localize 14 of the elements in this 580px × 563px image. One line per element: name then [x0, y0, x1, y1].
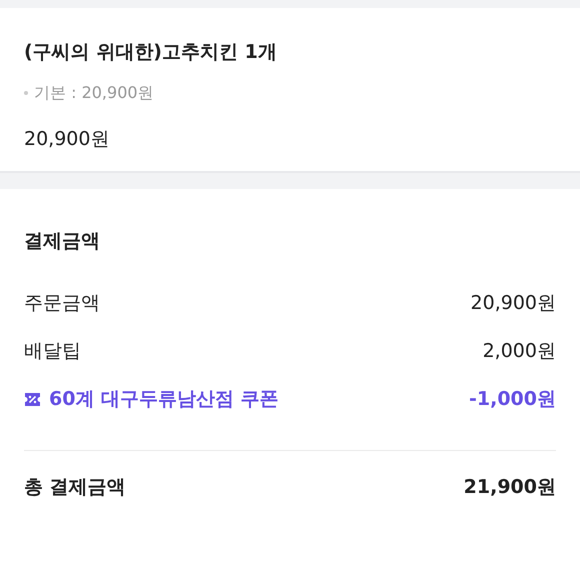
- section-title: 결제금액: [24, 229, 101, 254]
- row-label: 배달팁: [24, 339, 81, 364]
- row-amount: -1,000원: [469, 387, 556, 412]
- row-label: 60계 대구두류남산점 쿠폰: [49, 387, 279, 412]
- row-amount: 20,900원: [470, 291, 556, 316]
- option-text: 기본 : 20,900원: [34, 82, 154, 104]
- row-amount: 2,000원: [482, 339, 556, 364]
- bullet-icon: [24, 90, 28, 94]
- coupon-icon: [24, 392, 41, 407]
- item-name: (구씨의 위대한)고추치킨 1개: [24, 40, 278, 65]
- item-price: 20,900원: [24, 126, 110, 152]
- row-label: 주문금액: [24, 291, 100, 316]
- total-amount: 21,900원: [464, 474, 556, 500]
- total-label: 총 결제금액: [24, 474, 126, 500]
